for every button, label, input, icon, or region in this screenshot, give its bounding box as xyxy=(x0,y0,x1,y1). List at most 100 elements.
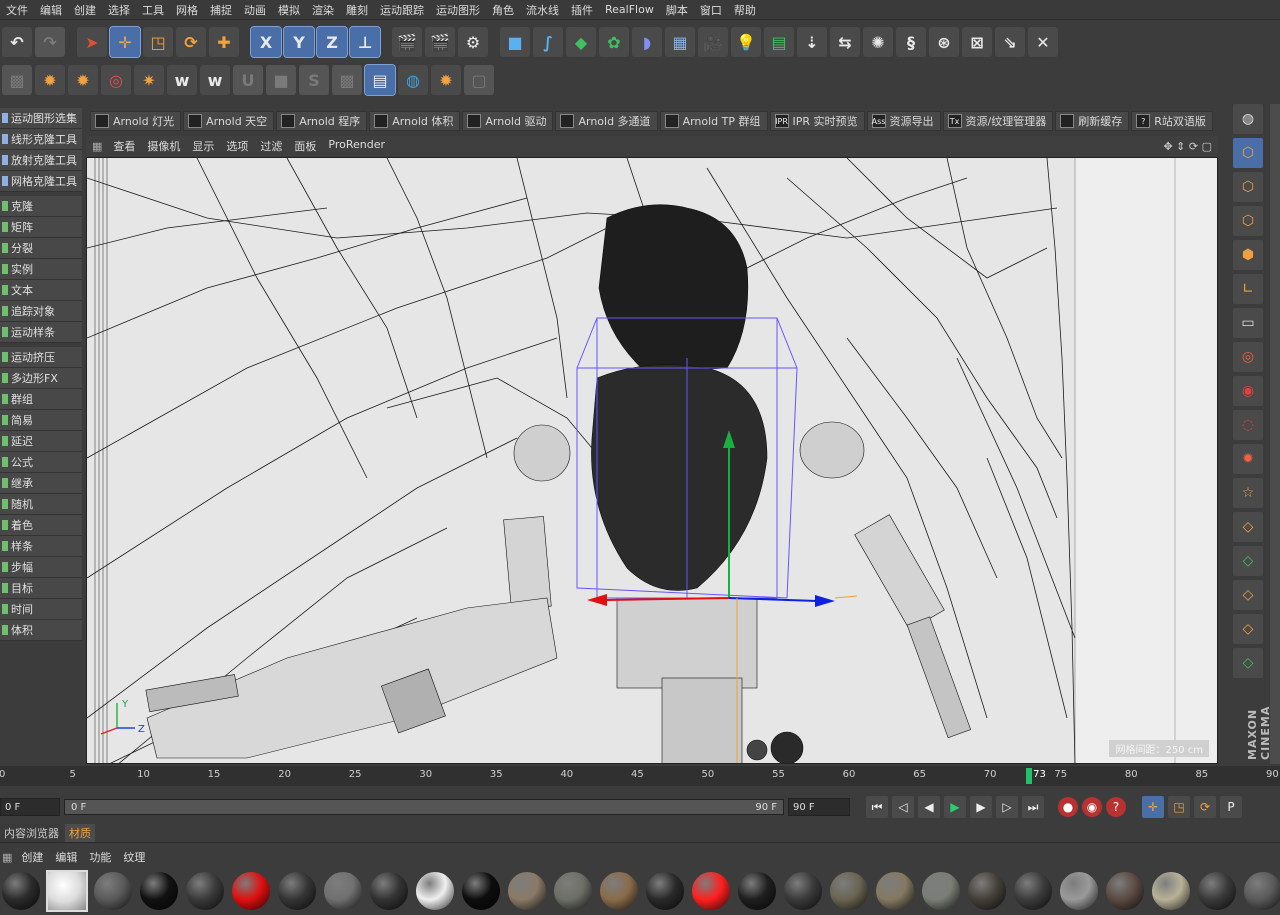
tool-item[interactable]: 网格克隆工具 xyxy=(0,171,82,192)
explode-icon[interactable]: ✺ xyxy=(863,27,893,57)
render-settings-icon[interactable]: ⚙ xyxy=(458,27,488,57)
dot-target-icon[interactable]: ◌ xyxy=(1233,410,1263,440)
menu-item[interactable]: RealFlow xyxy=(599,3,660,16)
material-menu-item[interactable]: 编辑 xyxy=(50,849,82,865)
auto-key-icon[interactable]: ◉ xyxy=(1082,797,1102,817)
menu-item[interactable]: 编辑 xyxy=(34,2,68,18)
3d-viewport[interactable]: Y Z 网格间距：250 cm xyxy=(86,157,1218,764)
material-swatch[interactable] xyxy=(1058,870,1100,912)
menu-item[interactable]: 网格 xyxy=(170,2,204,18)
pattern-alt-icon[interactable]: ▩ xyxy=(332,65,362,95)
tool-item[interactable]: 放射克隆工具 xyxy=(0,150,82,171)
material-swatch[interactable] xyxy=(1012,870,1054,912)
window-layout-icon[interactable]: ▤ xyxy=(364,64,396,96)
render-view-icon[interactable]: 🎬 xyxy=(392,27,422,57)
connect-icon[interactable]: ⇘ xyxy=(995,27,1025,57)
key-move-icon[interactable]: ✛ xyxy=(1142,796,1164,818)
tool-item[interactable]: 步幅 xyxy=(0,557,82,578)
pattern-icon[interactable]: ▩ xyxy=(2,65,32,95)
z-axis-button[interactable]: Z xyxy=(316,26,348,58)
tool-item[interactable]: 克隆 xyxy=(0,196,82,217)
subdivision-surface-icon[interactable]: ◆ xyxy=(566,27,596,57)
deformer-icon[interactable]: ◗ xyxy=(632,27,662,57)
play-icon[interactable]: ▶ xyxy=(944,796,966,818)
plugin-button[interactable]: ? R站双语版 xyxy=(1131,111,1213,131)
undo-icon[interactable]: ↶ xyxy=(2,27,32,57)
gravity-icon[interactable]: ⇣ xyxy=(797,27,827,57)
y-axis-button[interactable]: Y xyxy=(283,26,315,58)
menu-item[interactable]: 窗口 xyxy=(694,2,728,18)
material-swatch[interactable] xyxy=(138,870,180,912)
menu-item[interactable]: 模拟 xyxy=(272,2,306,18)
keyframe-help-icon[interactable]: ? xyxy=(1106,797,1126,817)
tool-item[interactable]: 运动样条 xyxy=(0,322,82,343)
plugin-button[interactable]: Tx 资源/纹理管理器 xyxy=(942,111,1054,131)
points-mode-icon[interactable]: ⬡ xyxy=(1233,172,1263,202)
viewport-menu-item[interactable]: 查看 xyxy=(108,138,140,154)
material-swatch[interactable] xyxy=(874,870,916,912)
tool-item[interactable]: 矩阵 xyxy=(0,217,82,238)
s-badge-icon[interactable]: S xyxy=(299,65,329,95)
viewport-menu-item[interactable]: ProRender xyxy=(323,138,390,154)
material-swatch[interactable] xyxy=(1104,870,1146,912)
tool-item[interactable]: 文本 xyxy=(0,280,82,301)
material-swatch[interactable] xyxy=(966,870,1008,912)
material-swatch[interactable] xyxy=(644,870,686,912)
cloner-icon[interactable]: ✿ xyxy=(599,27,629,57)
material-swatch[interactable] xyxy=(46,870,88,912)
layer-up-icon[interactable]: ◇ xyxy=(1233,512,1263,542)
material-swatch[interactable] xyxy=(506,870,548,912)
key-rotate-icon[interactable]: ⟳ xyxy=(1194,796,1216,818)
render-picture-viewer-icon[interactable]: 🎬 xyxy=(425,27,455,57)
menu-item[interactable]: 渲染 xyxy=(306,2,340,18)
w-tool-icon[interactable]: w xyxy=(200,65,230,95)
plugin-button[interactable]: Arnold 灯光 xyxy=(90,111,182,131)
redo-icon[interactable]: ↷ xyxy=(35,27,65,57)
menu-item[interactable]: 动画 xyxy=(238,2,272,18)
material-swatch[interactable] xyxy=(184,870,226,912)
u-badge-icon[interactable]: U xyxy=(233,65,263,95)
layer-green-icon[interactable]: ◇ xyxy=(1233,546,1263,576)
tool-item[interactable]: 群组 xyxy=(0,389,82,410)
square-icon[interactable]: ■ xyxy=(266,65,296,95)
plugin-button[interactable]: IPR IPR 实时预览 xyxy=(769,111,865,131)
tool-item[interactable]: 运动挤压 xyxy=(0,347,82,368)
model-mode-icon[interactable]: ⬡ xyxy=(1233,138,1263,168)
next-key-icon[interactable]: ▷ xyxy=(996,796,1018,818)
transform-icon[interactable]: ⊠ xyxy=(962,27,992,57)
tool-item[interactable]: 公式 xyxy=(0,452,82,473)
tool-item[interactable]: 分裂 xyxy=(0,238,82,259)
material-swatch[interactable] xyxy=(782,870,824,912)
tool-item[interactable]: 着色 xyxy=(0,515,82,536)
material-swatch[interactable] xyxy=(368,870,410,912)
record-key-icon[interactable]: ● xyxy=(1058,797,1078,817)
brush-icon[interactable]: ◉ xyxy=(1233,376,1263,406)
globe-help-icon[interactable]: ◍ xyxy=(1233,104,1263,134)
plugin-button[interactable]: Arnold 程序 xyxy=(276,111,368,131)
orbit-icon[interactable]: ⊛ xyxy=(929,27,959,57)
viewport-nav-controls-icon[interactable]: ✥ ⇕ ⟳ ▢ xyxy=(1163,140,1218,153)
tool-item[interactable]: 样条 xyxy=(0,536,82,557)
viewport-menu-item[interactable]: 面板 xyxy=(289,138,321,154)
playhead[interactable] xyxy=(1026,768,1033,784)
material-swatch[interactable] xyxy=(0,870,42,912)
twist-icon[interactable]: § xyxy=(896,27,926,57)
prev-key-icon[interactable]: ◁ xyxy=(892,796,914,818)
viewport-menu-item[interactable]: 摄像机 xyxy=(142,138,185,154)
current-frame-field[interactable]: 0 F xyxy=(0,798,60,816)
grid-plane-icon[interactable]: ▤ xyxy=(764,27,794,57)
menu-item[interactable]: 帮助 xyxy=(728,2,762,18)
camera-icon[interactable]: 🎥 xyxy=(698,27,728,57)
box-outline-icon[interactable]: ▢ xyxy=(464,65,494,95)
layer-orange-alt-icon[interactable]: ◇ xyxy=(1233,614,1263,644)
floor-icon[interactable]: ▦ xyxy=(665,27,695,57)
material-swatch[interactable] xyxy=(92,870,134,912)
polygons-mode-icon[interactable]: ⬢ xyxy=(1233,240,1263,270)
live-selection-icon[interactable]: ✚ xyxy=(209,27,239,57)
go-to-end-icon[interactable]: ⏭ xyxy=(1022,796,1044,818)
plugin-button[interactable]: Arnold 天空 xyxy=(183,111,275,131)
material-swatch[interactable] xyxy=(736,870,778,912)
plugin-button[interactable]: Arnold TP 群组 xyxy=(659,111,768,131)
menu-item[interactable]: 角色 xyxy=(486,2,520,18)
material-menu-item[interactable]: 功能 xyxy=(84,849,116,865)
